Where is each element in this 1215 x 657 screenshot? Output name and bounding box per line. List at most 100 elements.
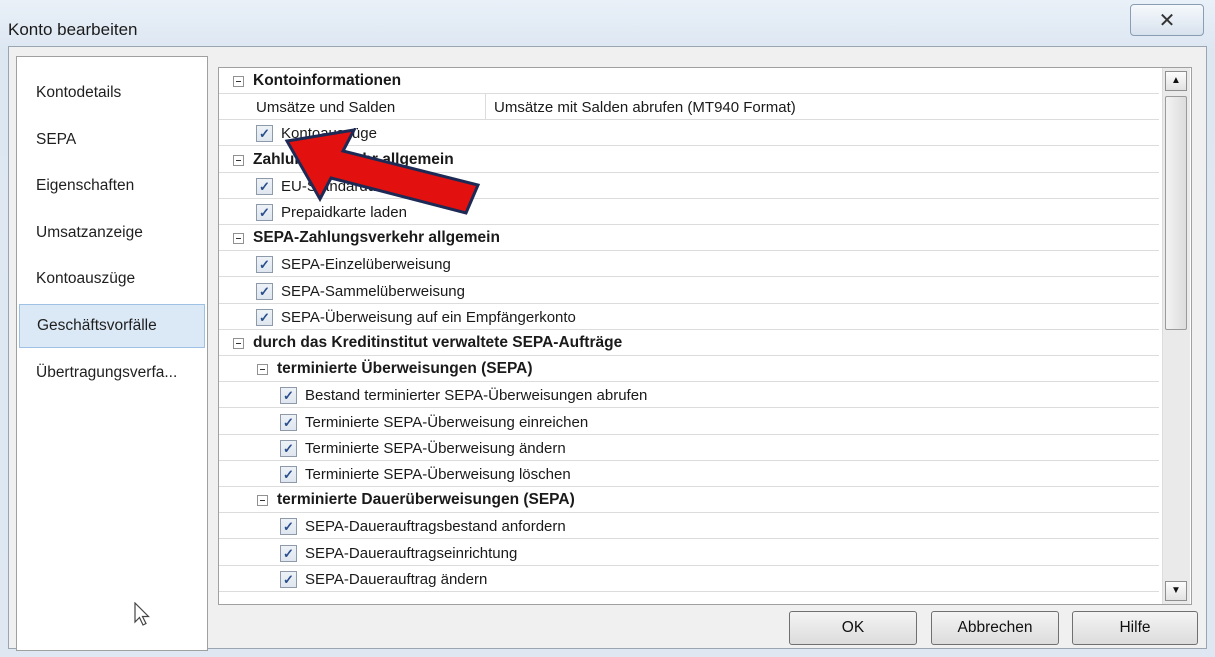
dialog-client-area: Kontodetails SEPA Eigenschaften Umsatzan… bbox=[8, 46, 1207, 651]
tree-group-row[interactable]: durch das Kreditinstitut verwaltete SEPA… bbox=[219, 330, 1159, 356]
tree-group-label: terminierte Überweisungen (SEPA) bbox=[277, 360, 533, 377]
tree-group-row[interactable]: terminierte Dauerüberweisungen (SEPA) bbox=[219, 487, 1159, 513]
tree-checkbox-row[interactable]: ✓ SEPA-Dauerauftragseinrichtung bbox=[219, 540, 1159, 566]
tree-checkbox-row[interactable]: ✓ SEPA-Einzelüberweisung bbox=[219, 251, 1159, 277]
cancel-button[interactable]: Abbrechen bbox=[931, 611, 1059, 645]
sidebar-item-label: SEPA bbox=[36, 131, 77, 148]
tree-checkbox-row[interactable]: ✓ EU-Standardüberweisung bbox=[219, 173, 1159, 199]
tree-item-label: Terminierte SEPA-Überweisung einreichen bbox=[305, 413, 589, 431]
checkbox[interactable]: ✓ bbox=[256, 309, 273, 326]
collapse-minus-icon[interactable] bbox=[233, 155, 244, 166]
close-x-icon: ✕ bbox=[1158, 9, 1176, 32]
checkmark-icon: ✓ bbox=[283, 572, 294, 587]
sidebar-item-eigenschaften[interactable]: Eigenschaften bbox=[19, 164, 205, 208]
row-divider bbox=[219, 407, 1159, 408]
row-divider bbox=[219, 145, 1159, 146]
checkmark-icon: ✓ bbox=[283, 467, 294, 482]
checkmark-icon: ✓ bbox=[283, 441, 294, 456]
tree-item-label: SEPA-Sammelüberweisung bbox=[281, 282, 465, 300]
property-key: Umsätze und Salden bbox=[256, 98, 396, 116]
sidebar-item-kontoauszuege[interactable]: Kontoauszüge bbox=[19, 257, 205, 301]
collapse-minus-icon[interactable] bbox=[233, 338, 244, 349]
sidebar-item-label: Umsatzanzeige bbox=[36, 224, 143, 241]
sidebar-item-umsatzanzeige[interactable]: Umsatzanzeige bbox=[19, 211, 205, 255]
checkmark-icon: ✓ bbox=[259, 179, 270, 194]
scrollbar-thumb[interactable] bbox=[1165, 96, 1187, 330]
tree-group-label: terminierte Dauerüberweisungen (SEPA) bbox=[277, 491, 575, 508]
tree-checkbox-row[interactable]: ✓ Prepaidkarte laden bbox=[219, 199, 1159, 225]
checkbox[interactable]: ✓ bbox=[256, 125, 273, 142]
sidebar-item-sepa[interactable]: SEPA bbox=[19, 118, 205, 162]
checkmark-icon: ✓ bbox=[283, 415, 294, 430]
tree-item-label: SEPA-Dauerauftrag ändern bbox=[305, 570, 488, 588]
sidebar-nav: Kontodetails SEPA Eigenschaften Umsatzan… bbox=[16, 56, 208, 651]
window-title: Konto bearbeiten bbox=[8, 20, 138, 39]
tree-item-label: SEPA-Überweisung auf ein Empfängerkonto bbox=[281, 308, 576, 326]
tree-checkbox-row[interactable]: ✓ SEPA-Dauerauftrag ändern bbox=[219, 566, 1159, 592]
tree-checkbox-row[interactable]: ✓ Kontoauszüge bbox=[219, 120, 1159, 146]
checkbox[interactable]: ✓ bbox=[280, 518, 297, 535]
sidebar-item-uebertragungsverfahren[interactable]: Übertragungsverfa... bbox=[19, 351, 205, 395]
collapse-minus-icon[interactable] bbox=[257, 495, 268, 506]
collapse-minus-icon[interactable] bbox=[233, 233, 244, 244]
sidebar-item-geschaeftsvorfaelle[interactable]: Geschäftsvorfälle bbox=[19, 304, 205, 348]
tree-item-label: Bestand terminierter SEPA-Überweisungen … bbox=[305, 386, 648, 404]
tree-item-label: SEPA-Einzelüberweisung bbox=[281, 255, 451, 273]
tree-checkbox-row[interactable]: ✓ Terminierte SEPA-Überweisung einreichen bbox=[219, 409, 1159, 435]
collapse-minus-icon[interactable] bbox=[257, 364, 268, 375]
checkbox[interactable]: ✓ bbox=[256, 256, 273, 273]
tree-checkbox-row[interactable]: ✓ Terminierte SEPA-Überweisung löschen bbox=[219, 461, 1159, 487]
checkmark-icon: ✓ bbox=[259, 310, 270, 325]
scroll-down-button[interactable]: ▼ bbox=[1165, 581, 1187, 601]
tree-group-row[interactable]: SEPA-Zahlungsverkehr allgemein bbox=[219, 225, 1159, 251]
tree-item-label: Terminierte SEPA-Überweisung ändern bbox=[305, 439, 566, 457]
column-divider bbox=[485, 94, 486, 120]
tree-property-row[interactable]: Umsätze und Salden Umsätze mit Salden abr… bbox=[219, 94, 1159, 120]
row-divider bbox=[219, 538, 1159, 539]
collapse-minus-icon[interactable] bbox=[233, 76, 244, 87]
tree-checkbox-row[interactable]: ✓ SEPA-Dauerauftragsbestand anfordern bbox=[219, 513, 1159, 539]
checkmark-icon: ✓ bbox=[259, 205, 270, 220]
checkbox[interactable]: ✓ bbox=[280, 571, 297, 588]
tree-item-label: SEPA-Dauerauftragseinrichtung bbox=[305, 544, 518, 562]
tree-group-row[interactable]: terminierte Überweisungen (SEPA) bbox=[219, 356, 1159, 382]
checkmark-icon: ✓ bbox=[283, 388, 294, 403]
sidebar-item-label: Kontodetails bbox=[36, 84, 122, 101]
checkbox[interactable]: ✓ bbox=[280, 545, 297, 562]
checkbox[interactable]: ✓ bbox=[280, 466, 297, 483]
checkbox[interactable]: ✓ bbox=[256, 204, 273, 221]
tree-item-label: Kontoauszüge bbox=[281, 124, 377, 142]
tree-checkbox-row[interactable]: ✓ SEPA-Sammelüberweisung bbox=[219, 278, 1159, 304]
ok-button-label: OK bbox=[841, 619, 865, 636]
tree-checkbox-row[interactable]: ✓ SEPA-Überweisung auf ein Empfängerkonto bbox=[219, 304, 1159, 330]
scroll-up-button[interactable]: ▲ bbox=[1165, 71, 1187, 91]
tree-checkbox-row[interactable]: ✓ Bestand terminierter SEPA-Überweisungen… bbox=[219, 382, 1159, 408]
checkbox[interactable]: ✓ bbox=[280, 440, 297, 457]
sidebar-item-label: Eigenschaften bbox=[36, 177, 135, 194]
tree-group-row[interactable]: Kontoinformationen bbox=[219, 68, 1159, 94]
ok-button[interactable]: OK bbox=[789, 611, 917, 645]
checkmark-icon: ✓ bbox=[259, 284, 270, 299]
close-button[interactable]: ✕ bbox=[1130, 4, 1204, 36]
sidebar-item-kontodetails[interactable]: Kontodetails bbox=[19, 71, 205, 115]
row-divider bbox=[219, 591, 1159, 592]
sidebar-item-label: Geschäftsvorfälle bbox=[37, 317, 157, 334]
checkbox[interactable]: ✓ bbox=[280, 387, 297, 404]
tree-item-label: EU-Standardüberweisung bbox=[281, 177, 453, 195]
tree-checkbox-row[interactable]: ✓ Terminierte SEPA-Überweisung ändern bbox=[219, 435, 1159, 461]
property-tree[interactable]: Kontoinformationen Umsätze und Salden Umsä… bbox=[218, 67, 1192, 605]
checkmark-icon: ✓ bbox=[283, 546, 294, 561]
mouse-cursor-icon bbox=[134, 602, 150, 626]
checkbox[interactable]: ✓ bbox=[256, 283, 273, 300]
vertical-scrollbar[interactable]: ▲ ▼ bbox=[1162, 68, 1190, 604]
sidebar-item-label: Kontoauszüge bbox=[36, 270, 136, 287]
help-button[interactable]: Hilfe bbox=[1072, 611, 1198, 645]
tree-item-label: Prepaidkarte laden bbox=[281, 203, 407, 221]
checkbox[interactable]: ✓ bbox=[280, 414, 297, 431]
tree-group-label: Zahlungsverkehr allgemein bbox=[253, 151, 454, 168]
checkbox[interactable]: ✓ bbox=[256, 178, 273, 195]
help-button-label: Hilfe bbox=[1119, 619, 1151, 636]
tree-group-row[interactable]: Zahlungsverkehr allgemein bbox=[219, 147, 1159, 173]
property-value: Umsätze mit Salden abrufen (MT940 Format… bbox=[494, 98, 796, 116]
tree-item-label: Terminierte SEPA-Überweisung löschen bbox=[305, 465, 571, 483]
